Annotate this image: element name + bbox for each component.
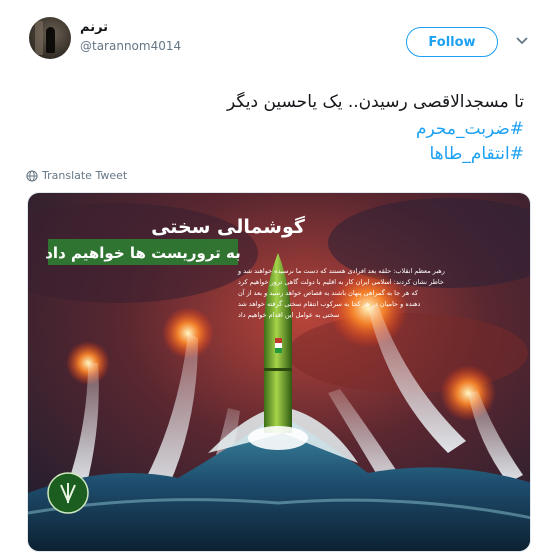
avatar[interactable] [29, 17, 71, 59]
author-handle[interactable]: @tarannom4014 [80, 39, 181, 53]
translate-tweet-link[interactable]: Translate Tweet [26, 169, 127, 182]
missile-poster: گوشمالی سختی به تروریست ها خواهیم داد ره… [28, 193, 530, 551]
emblem-logo [47, 472, 89, 514]
avatar-figure-bg [35, 21, 43, 55]
author-display-name[interactable]: ترنم [80, 20, 108, 35]
poster-headline1: گوشمالی سختی [151, 215, 306, 238]
poster-body-line-5: سختی به عوامل این اقدام خواهیم داد [238, 311, 339, 319]
tweet-media-image[interactable]: گوشمالی سختی به تروریست ها خواهیم داد ره… [27, 192, 531, 552]
tweet-text: تا مسجدالاقصی رسیدن.. یک یاحسین دیگر [226, 92, 524, 112]
poster-body-line-4: دهنده و حامیان در هر کجا به سرکوب انتقام… [238, 300, 421, 308]
translate-tweet-label: Translate Tweet [42, 169, 128, 182]
poster-body-line-3: که هر جا به گمراهی پنهان باشند به قصاص خ… [238, 288, 419, 297]
globe-icon [26, 169, 38, 182]
poster-headline2: به تروریست ها خواهیم داد [45, 244, 241, 262]
follow-button[interactable]: Follow [406, 27, 498, 57]
avatar-figure [46, 27, 55, 53]
poster-body-line-2: خاطر نشان کردند: اسلامی ایران کار به اقل… [238, 278, 444, 286]
chevron-down-icon[interactable] [515, 36, 529, 46]
poster-body-line-1: رهبر معظم انقلاب: حلقه بعد افرادی هستند … [237, 267, 445, 275]
hashtag-enteqam-taha[interactable]: #انتقام_طاها [430, 142, 525, 166]
hashtag-zarbat-moharram[interactable]: #ضربت_محرم [416, 117, 524, 141]
